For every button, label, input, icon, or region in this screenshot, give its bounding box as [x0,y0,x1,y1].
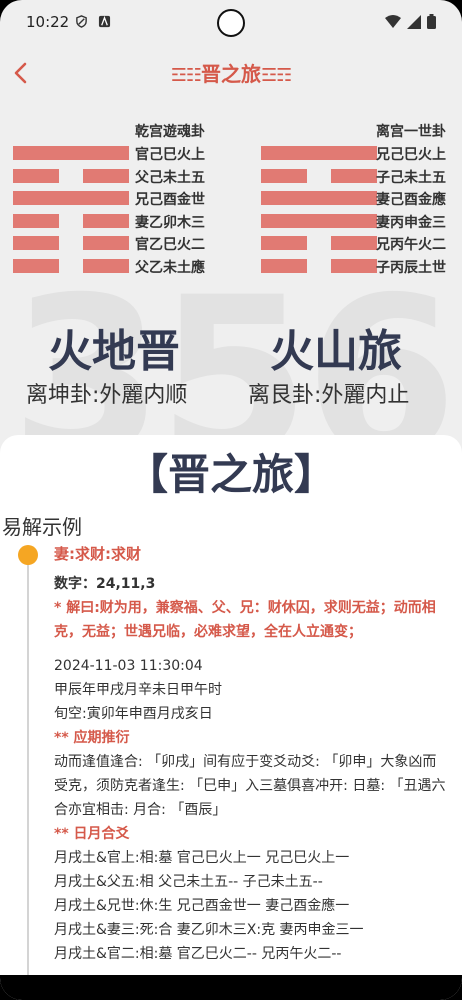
left-hex-yin-bar [83,258,129,273]
navigation-bar [0,975,462,1000]
timeline-line [27,555,29,975]
status-bar: 10:22 [0,0,462,44]
right-hex-yin-bar [331,168,377,183]
left-hex-yin-bar [13,236,59,250]
entry-judgement: * 解曰:财为用，兼察福、父、兄：财休囚，求则无益；动而相克，无益；世遇兄临，必… [54,600,436,640]
entry-datetime: 2024-11-03 11:30:04 [54,658,203,674]
left-hex-yin-bar [83,236,129,250]
left-hex-yin-bar [83,213,129,228]
left-hex-yang-bar [13,191,129,205]
entry-numbers: 数字：24,11,3 [54,576,156,592]
left-hex-yin-bar [13,168,59,183]
left-hex-yang-bar [13,146,129,160]
status-time: 10:22 [26,13,70,31]
left-hex-yin-bar [13,213,59,228]
left-hex-name: 火地晋 [48,326,180,377]
left-hex-desc: 离坤卦:外麗内顺 [26,383,188,408]
right-hex-line-label: 妻己酉金應 [376,192,446,208]
left-hex-line-label: 官己巳火上 [135,147,205,163]
right-hex-line-label: 兄丙午火二 [376,237,446,253]
yingqi-text: 动而逢值逢合: 「卯戌」间有应于变爻动爻: 「卯申」大象凶而受克，须防克者逢生:… [54,754,446,818]
trigram-deco-left: ☲☷ [170,65,202,86]
page-title-text: 晋之旅 [201,62,261,86]
left-hex-line-label: 兄己酉金世 [135,192,205,208]
right-hex-desc: 离艮卦:外麗内止 [248,383,410,408]
riyue-heading: ** 日月合爻 [54,826,130,842]
signal-icon [407,14,421,29]
right-hex-line-label: 妻丙申金三 [376,214,446,231]
shield-icon [76,15,87,28]
right-hex-yin-bar [331,258,377,273]
left-hex-line-label: 父己未土五 [135,169,205,186]
entry-title: 妻:求财:求财 [54,545,141,563]
right-hex-name: 火山旅 [270,326,402,377]
camera-cutout [217,9,245,37]
timeline-dot [18,545,38,565]
app-notification-icon [98,15,111,28]
right-hex-line-label: 兄己巳火上 [376,147,446,163]
yingqi-heading: ** 应期推衍 [54,730,130,746]
right-hex-yang-bar [261,146,377,160]
result-card: 【晋之旅】 易解示例 妻:求财:求财 数字：24,11,3 * 解曰:财为用，兼… [0,435,462,975]
app-screen: 10:22 ☲☷晋之旅☲☶ 356 乾宫遊魂卦 官己巳火上 父己未土五 兄己酉金世妻… [0,0,462,1000]
card-title: 【晋之旅】 [125,450,336,499]
right-hex-line-label: 子己未土五 [376,169,446,186]
left-hex-line-label: 官乙巳火二 [135,237,205,253]
right-hex-yang-bar [261,213,377,228]
page-title: ☲☷晋之旅☲☶ [0,58,462,87]
right-hex-yin-bar [261,258,307,273]
right-hex-yin-bar [261,236,307,250]
entry-ganzhi: 甲辰年甲戌月辛未日甲午时 [54,682,222,698]
left-hex-yin-bar [83,168,129,183]
right-hex-header: 离宫一世卦 [376,124,446,140]
left-hex-header: 乾宫遊魂卦 [135,124,205,140]
section-heading: 易解示例 [2,515,82,539]
riyue-line: 月戌土&官二:相:墓 官乙巳火二-- 兄丙午火二-- [54,946,342,962]
left-hex-yin-bar [13,258,59,273]
left-hex-line-label: 妻乙卯木三 [135,214,205,231]
riyue-line: 月戌土&妻三:死:合 妻乙卯木三X:克 妻丙申金三一 [54,922,364,938]
riyue-line: 月戌土&兄世:休:生 兄己酉金世一 妻己酉金應一 [54,898,350,914]
right-hex-yang-bar [261,191,377,205]
riyue-line: 月戌土&官上:相:墓 官己巳火上一 兄己巳火上一 [54,850,350,866]
right-hex-line-label: 子丙辰土世 [376,259,446,276]
wifi-icon [385,14,401,28]
right-hex-yin-bar [261,168,307,183]
right-hex-yin-bar [331,236,377,250]
battery-icon [427,14,436,29]
left-hex-line-label: 父乙未土應 [135,259,205,276]
entry-xunkong: 旬空:寅卯年申酉月戌亥日 [54,706,213,722]
entry-content: 妻:求财:求财 数字：24,11,3 * 解曰:财为用，兼察福、父、兄：财休囚，… [54,543,450,966]
riyue-line: 月戌土&父五:相 父己未土五-- 子己未土五-- [54,874,323,890]
trigram-deco-right: ☲☶ [261,65,292,86]
